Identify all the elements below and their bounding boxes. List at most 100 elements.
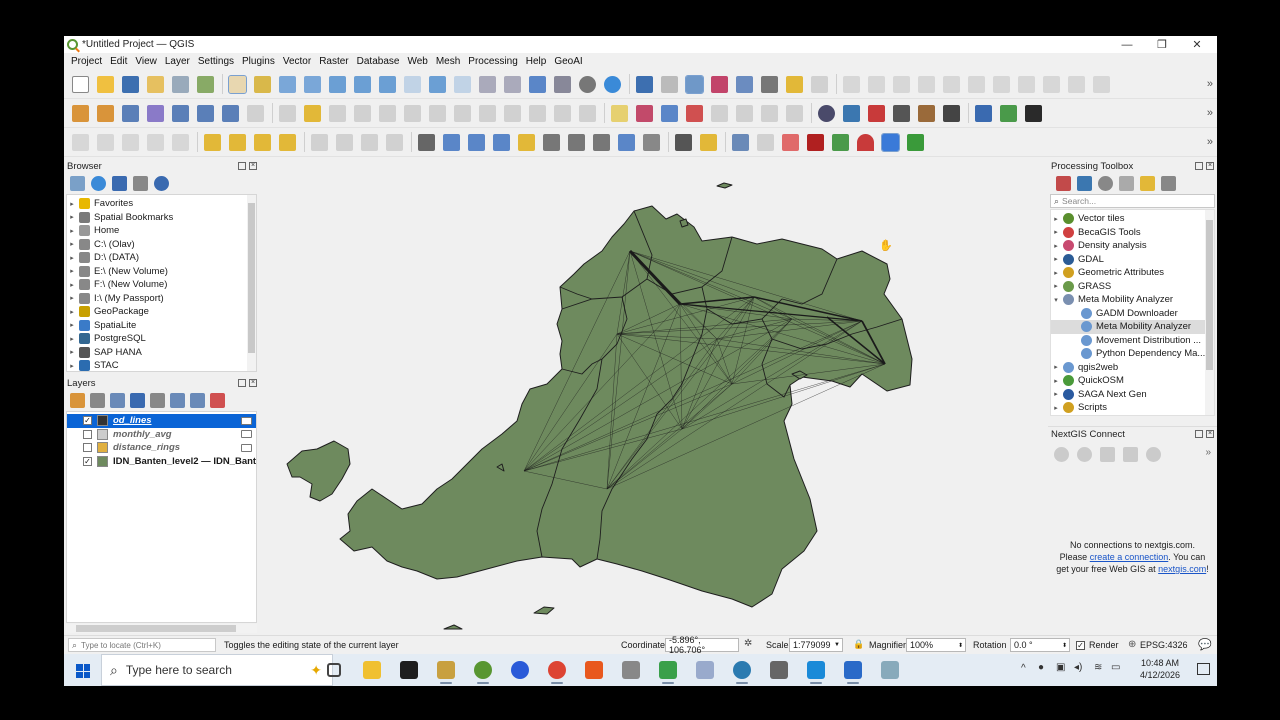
browser-item[interactable]: ▸ Favorites: [67, 197, 256, 211]
advanced-digitize-icon-1[interactable]: [311, 133, 328, 151]
models-icon[interactable]: [1056, 176, 1071, 191]
paste-features-icon[interactable]: [529, 104, 546, 122]
map-canvas[interactable]: ✋: [262, 159, 1044, 633]
expand-arrow-icon[interactable]: ▸: [67, 254, 77, 262]
volume-icon[interactable]: ◂): [1074, 662, 1082, 673]
label-tool-icon-5[interactable]: [711, 104, 728, 122]
processing-provider[interactable]: ▸ Scripts: [1051, 401, 1214, 415]
expand-arrow-icon[interactable]: ▸: [67, 240, 77, 248]
magnifier-field[interactable]: 100% ⬍: [906, 638, 966, 652]
layers-hscroll[interactable]: [66, 624, 257, 633]
expand-arrow-icon[interactable]: ▾: [1051, 296, 1061, 304]
zoom-full-icon[interactable]: [329, 75, 346, 93]
filter-icon[interactable]: [112, 176, 127, 191]
options-wrench-icon[interactable]: [1161, 176, 1176, 191]
edit-features-in-place-icon[interactable]: [1140, 176, 1155, 191]
plugin-icon-4[interactable]: [893, 104, 910, 122]
expand-arrow-icon[interactable]: ▸: [67, 200, 77, 208]
help-icon[interactable]: [975, 104, 992, 122]
digitize-icon-10[interactable]: [1068, 75, 1085, 93]
select-by-location-icon[interactable]: [279, 133, 296, 151]
plugin-icon-1[interactable]: [818, 104, 835, 122]
filter-legend-icon[interactable]: [130, 393, 145, 408]
processing-provider[interactable]: ▸ BecaGIS Tools: [1051, 226, 1214, 240]
menu-raster[interactable]: Raster: [315, 56, 352, 67]
digitize-icon-7[interactable]: [993, 75, 1010, 93]
close-panel-icon[interactable]: ×: [249, 379, 257, 387]
add-group-icon[interactable]: [90, 393, 105, 408]
history-icon[interactable]: [1098, 176, 1113, 191]
digitize-icon-4[interactable]: [918, 75, 935, 93]
nextgis-refresh-icon[interactable]: [1054, 447, 1069, 462]
advanced-digitize-icon-3[interactable]: [361, 133, 378, 151]
copy-features-icon[interactable]: [504, 104, 521, 122]
processing-algorithm[interactable]: GADM Downloader: [1051, 307, 1214, 321]
new-map-view-icon[interactable]: [479, 75, 496, 93]
undo-icon[interactable]: [554, 104, 571, 122]
toggle-editing-icon[interactable]: [304, 104, 321, 122]
cut-features-icon[interactable]: [479, 104, 496, 122]
select-tool-icon-3[interactable]: [122, 133, 139, 151]
label-show-icon[interactable]: [661, 104, 678, 122]
layer-visibility-checkbox[interactable]: ✓: [83, 456, 92, 466]
menu-database[interactable]: Database: [353, 56, 404, 67]
qgis-taskbar-icon[interactable]: [474, 661, 492, 684]
processing-provider[interactable]: ▸ QuickOSM: [1051, 374, 1214, 388]
app-icon-3[interactable]: [622, 661, 640, 679]
magic-wand-icon[interactable]: [675, 133, 692, 151]
star-icon[interactable]: [518, 133, 535, 151]
results-viewer-icon[interactable]: [1119, 176, 1134, 191]
zoom-layer-icon[interactable]: [379, 75, 396, 93]
style-manager-icon[interactable]: [197, 75, 214, 93]
wifi-icon[interactable]: ≋: [1094, 662, 1102, 673]
remove-layer-icon[interactable]: [210, 393, 225, 408]
camera-icon[interactable]: ▣: [1056, 662, 1065, 673]
processing-search-input[interactable]: ⌕ Search...: [1050, 194, 1215, 208]
digitize-icon-1[interactable]: [843, 75, 860, 93]
label-pin-icon[interactable]: [636, 104, 653, 122]
expand-arrow-icon[interactable]: ▸: [1051, 404, 1061, 412]
plugin-icon-6[interactable]: [1000, 104, 1017, 122]
processing-provider[interactable]: ▸ SAGA Next Gen: [1051, 388, 1214, 402]
expand-arrow-icon[interactable]: ▸: [67, 308, 77, 316]
windows-start-icon[interactable]: [76, 664, 90, 678]
digitize-icon-5[interactable]: [943, 75, 960, 93]
browser-item[interactable]: ▸ Home: [67, 224, 256, 238]
app-icon-6[interactable]: [770, 661, 788, 679]
refresh-icon[interactable]: [604, 75, 621, 93]
expand-arrow-icon[interactable]: ▸: [67, 281, 77, 289]
processing-provider[interactable]: ▸ Geometric Attributes: [1051, 266, 1214, 280]
menu-help[interactable]: Help: [522, 56, 551, 67]
layer-indicator-icon[interactable]: [241, 416, 252, 425]
file-explorer-icon[interactable]: [363, 661, 381, 679]
label-tool-icon-8[interactable]: [786, 104, 803, 122]
float-panel-icon[interactable]: [238, 379, 246, 387]
add-wms-icon[interactable]: [222, 104, 239, 122]
processing-provider[interactable]: ▸ Vector tiles: [1051, 212, 1214, 226]
close-panel-icon[interactable]: ×: [1206, 430, 1214, 438]
add-selected-layers-icon[interactable]: [70, 176, 85, 191]
messages-icon[interactable]: 💬: [1198, 638, 1212, 651]
expand-arrow-icon[interactable]: ▸: [67, 227, 77, 235]
advanced-digitize-icon-4[interactable]: [386, 133, 403, 151]
processing-algorithm[interactable]: Python Dependency Ma...: [1051, 347, 1214, 361]
menu-geoai[interactable]: GeoAI: [550, 56, 586, 67]
open-attribute-table-icon[interactable]: [661, 75, 678, 93]
copilot-sparkle-icon[interactable]: ✦: [310, 662, 322, 679]
toolbar-overflow-icon-2[interactable]: »: [1207, 107, 1213, 119]
menu-view[interactable]: View: [131, 56, 161, 67]
temporal-controller-icon[interactable]: [579, 75, 596, 93]
identify-features-icon[interactable]: [636, 75, 653, 93]
layer-item[interactable]: ✓ od_lines: [67, 414, 256, 428]
collapse-all-icon[interactable]: [133, 176, 148, 191]
nextgis-sync-icon[interactable]: [1077, 447, 1092, 462]
snapping-icon-2[interactable]: [443, 133, 460, 151]
close-button[interactable]: ✕: [1179, 36, 1215, 53]
menu-web[interactable]: Web: [403, 56, 431, 67]
nextgis-reload-icon[interactable]: [1146, 447, 1161, 462]
ad-icon[interactable]: [782, 133, 799, 151]
float-panel-icon[interactable]: [238, 162, 246, 170]
toolbar-overflow-icon[interactable]: »: [1205, 447, 1211, 458]
expand-arrow-icon[interactable]: ▸: [67, 213, 77, 221]
browser-item[interactable]: ▸ F:\ (New Volume): [67, 278, 256, 292]
